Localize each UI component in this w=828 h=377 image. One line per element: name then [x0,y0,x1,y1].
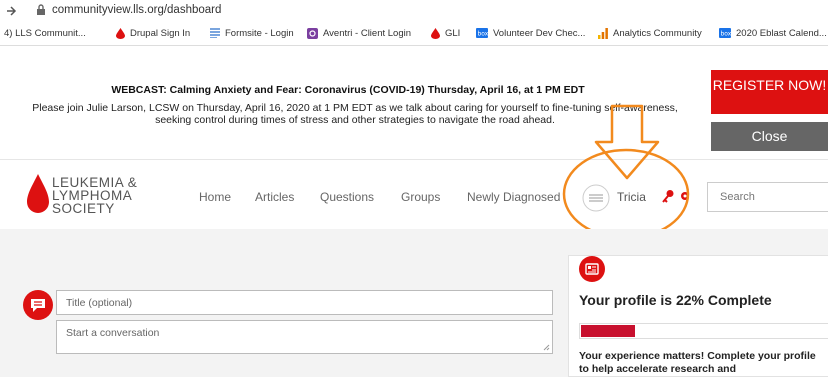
profile-progress-bar [579,323,828,339]
box-icon: box [719,28,732,39]
forward-arrow-icon[interactable] [5,4,17,17]
chat-icon [23,290,53,320]
nav-questions[interactable]: Questions [320,190,374,204]
nav-home[interactable]: Home [199,190,231,204]
drop-icon [116,28,125,39]
site-header: LEUKEMIA & LYMPHOMA SOCIETY Home Article… [0,159,828,229]
bookmark-analytics[interactable]: Analytics Community [598,28,702,39]
nav-newly-diagnosed[interactable]: Newly Diagnosed [467,190,560,204]
svg-text:box: box [478,31,489,38]
list-icon [210,28,220,39]
bookmark-eblast[interactable]: box 2020 Eblast Calend... [719,28,827,39]
bookmark-lls-community[interactable]: 4) LLS Communit... [4,28,86,39]
register-now-button[interactable]: REGISTER NOW! [711,70,828,114]
svg-text:box: box [721,31,732,38]
banner-title: WEBCAST: Calming Anxiety and Fear: Coron… [111,84,585,96]
profile-completion-card: Your profile is 22% Complete Your experi… [568,255,828,377]
url-text[interactable]: communityview.lls.org/dashboard [52,4,221,16]
nav-articles[interactable]: Articles [255,190,294,204]
search-input[interactable]: Search [707,182,828,212]
lls-drop-logo-icon[interactable] [27,174,49,214]
profile-description: Your experience matters! Complete your p… [579,350,816,375]
nav-groups[interactable]: Groups [401,190,440,204]
bookmark-formsite[interactable]: Formsite - Login [210,28,294,39]
bookmark-gli[interactable]: GLI [431,28,460,39]
conversation-textarea[interactable]: Start a conversation [56,320,553,354]
main-content: Title (optional) Start a conversation Yo… [0,229,828,377]
lock-icon [37,4,45,15]
profile-card-icon [579,256,605,282]
drop-icon [431,28,440,39]
bookmark-drupal[interactable]: Drupal Sign In [116,28,190,39]
bars-icon [598,28,608,39]
site-logo[interactable]: LEUKEMIA & LYMPHOMA SOCIETY [52,176,137,216]
annotation-highlight [562,104,690,240]
resize-handle-icon[interactable] [543,344,550,351]
profile-progress-fill [581,325,636,337]
close-banner-button[interactable]: Close [711,122,828,151]
bookmarks-bar: 4) LLS Communit... Drupal Sign In Formsi… [0,22,828,46]
title-input[interactable]: Title (optional) [56,290,553,315]
bookmark-aventri[interactable]: Aventri - Client Login [307,28,411,39]
box-icon: box [476,28,489,39]
webcast-banner: WEBCAST: Calming Anxiety and Fear: Coron… [0,46,828,158]
aventri-icon [307,28,318,39]
profile-completion-title: Your profile is 22% Complete [579,292,772,308]
bookmark-volunteer-dev[interactable]: box Volunteer Dev Chec... [476,28,585,39]
browser-address-bar: communityview.lls.org/dashboard [0,0,828,22]
